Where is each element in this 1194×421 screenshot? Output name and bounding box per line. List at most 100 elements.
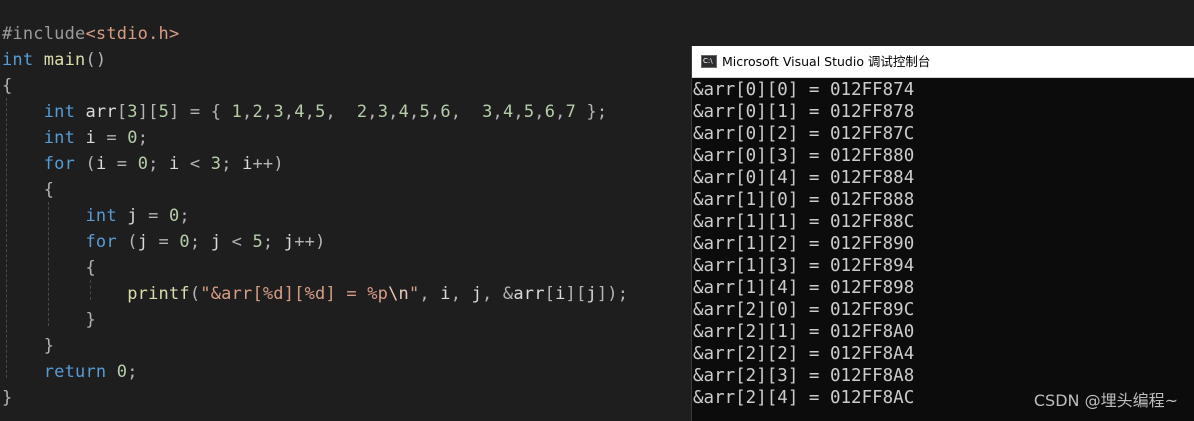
code-line[interactable]: for (j = 0; j < 5; j++): [2, 229, 326, 255]
code-token: 0: [127, 128, 138, 148]
console-output-line: &arr[0][1] = 012FF878: [693, 102, 915, 122]
code-token: ++): [294, 232, 326, 252]
code-token: ;: [221, 154, 243, 174]
code-token: 5: [158, 102, 169, 122]
code-token: (: [116, 232, 138, 252]
console-output-line: &arr[0][4] = 012FF884: [693, 168, 915, 188]
code-token: ;: [179, 206, 190, 226]
code-token: ][: [565, 284, 587, 304]
console-output-line: &arr[1][1] = 012FF88C: [693, 212, 915, 232]
code-token: (): [85, 50, 107, 70]
indent-guide-outer-for: [48, 202, 49, 326]
code-token: 1: [231, 102, 243, 122]
console-output-line: &arr[2][3] = 012FF8A8: [693, 366, 915, 386]
code-token: 0: [179, 232, 190, 252]
code-token: ,: [325, 102, 357, 122]
code-line[interactable]: int main(): [2, 47, 106, 73]
code-token: }: [2, 336, 55, 356]
console-icon-glyph: C:\: [703, 57, 713, 65]
console-output-line: &arr[1][0] = 012FF888: [693, 190, 915, 210]
code-token: =: [137, 206, 169, 226]
console-output-line: &arr[2][0] = 012FF89C: [693, 300, 915, 320]
code-token: i: [555, 284, 566, 304]
code-token: j: [471, 284, 483, 304]
watermark: CSDN @埋头编程~: [1033, 391, 1178, 410]
code-token: ": [408, 284, 420, 304]
console-output-line: &arr[1][3] = 012FF894: [693, 256, 915, 276]
code-line[interactable]: for (i = 0; i < 3; i++): [2, 151, 284, 177]
code-token: "&arr[%d][%d] = %p: [200, 284, 389, 304]
code-line[interactable]: int j = 0;: [2, 203, 190, 229]
code-line[interactable]: return 0;: [2, 359, 138, 385]
console-output-line: &arr[0][0] = 012FF874: [693, 80, 915, 100]
console-output-line: &arr[1][4] = 012FF898: [693, 278, 915, 298]
code-token: main: [43, 50, 86, 70]
code-line[interactable]: #include<stdio.h>: [2, 21, 179, 47]
code-line[interactable]: printf("&arr[%d][%d] = %p\n", i, j, &arr…: [2, 281, 628, 307]
code-line[interactable]: int i = 0;: [2, 125, 148, 151]
console-titlebar[interactable]: C:\ Microsoft Visual Studio 调试控制台: [692, 46, 1194, 78]
code-line[interactable]: {: [2, 177, 54, 203]
code-token: j: [137, 232, 149, 252]
code-token: arr: [513, 284, 545, 304]
code-token: 0: [168, 206, 180, 226]
code-token: i: [95, 154, 107, 174]
code-token: ,: [492, 102, 503, 122]
code-token: 7: [565, 102, 577, 122]
debug-console-window[interactable]: C:\ Microsoft Visual Studio 调试控制台 &arr[0…: [691, 46, 1194, 421]
code-token: ,: [242, 102, 253, 122]
code-token: 4: [502, 102, 514, 122]
code-token: #include: [2, 24, 86, 44]
code-token: i: [440, 284, 451, 304]
code-token: <stdio.h>: [85, 24, 180, 44]
console-output-line: &arr[1][2] = 012FF890: [693, 234, 915, 254]
code-line[interactable]: }: [2, 385, 12, 411]
code-token: \n: [388, 284, 409, 304]
code-token: ,: [555, 102, 566, 122]
code-line[interactable]: }: [2, 333, 54, 359]
code-token: ,: [534, 102, 545, 122]
indent-guide-inner-for: [90, 280, 91, 300]
code-line[interactable]: {: [2, 73, 12, 99]
console-output: &arr[0][0] = 012FF874 &arr[0][1] = 012FF8…: [693, 79, 1193, 409]
code-token: 6: [544, 102, 556, 122]
code-token: i: [242, 154, 253, 174]
code-token: 0: [116, 362, 128, 382]
code-token: ,: [262, 102, 274, 122]
code-token: j: [210, 232, 222, 252]
code-token: 3: [273, 102, 284, 122]
code-token: j: [283, 232, 295, 252]
code-token: ;: [189, 232, 211, 252]
code-token: =: [95, 128, 128, 148]
code-token: i: [169, 154, 180, 174]
code-token: (: [75, 154, 96, 174]
code-token: 5: [252, 232, 263, 252]
code-line[interactable]: int arr[3][5] = { 1,2,3,4,5, 2,3,4,5,6, …: [2, 99, 607, 125]
code-token: 2: [356, 102, 368, 122]
code-token: <: [179, 154, 211, 174]
console-title: Microsoft Visual Studio 调试控制台: [722, 54, 931, 69]
code-token: (: [189, 284, 201, 304]
code-token: ++): [252, 154, 284, 174]
code-token: ,: [367, 102, 378, 122]
console-output-line: &arr[2][1] = 012FF8A0: [693, 322, 915, 342]
console-output-line: &arr[2][2] = 012FF8A4: [693, 344, 915, 364]
code-token: ;: [127, 362, 138, 382]
code-token: ;: [137, 128, 149, 148]
code-token: 4: [294, 102, 305, 122]
code-token: ;: [262, 232, 284, 252]
visual-studio-console-icon: C:\: [701, 55, 717, 68]
code-token: 0: [137, 154, 149, 174]
code-token: {: [2, 76, 13, 96]
code-token: , &: [482, 284, 514, 304]
code-token: ,: [450, 102, 483, 122]
code-token: ,: [409, 102, 420, 122]
code-token: ,: [388, 102, 399, 122]
code-token: 2: [252, 102, 263, 122]
